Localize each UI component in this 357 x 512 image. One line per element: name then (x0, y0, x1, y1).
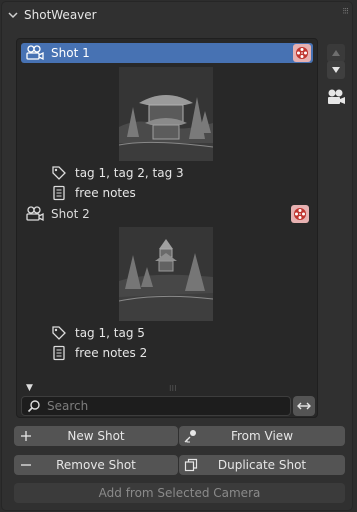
shotweaver-panel: ShotWeaver ⁝⁝⁝ Shot 1 tag 1, tag 2, tag … (1, 1, 353, 511)
add-from-camera-label: Add from Selected Camera (98, 486, 261, 500)
add-from-selected-camera-button: Add from Selected Camera (14, 483, 345, 503)
triangle-up-icon (332, 50, 340, 56)
search-icon (27, 400, 40, 413)
panel-title: ShotWeaver (24, 8, 97, 22)
render-button[interactable] (291, 205, 309, 223)
triangle-down-icon (332, 67, 340, 73)
shot-name: Shot 2 (51, 207, 90, 221)
film-reel-icon (294, 208, 306, 220)
shot-2-notes[interactable]: free notes 2 (51, 344, 147, 362)
duplicate-shot-button[interactable]: Duplicate Shot (179, 455, 345, 475)
camera-icon (26, 206, 44, 222)
search-input[interactable] (47, 399, 287, 413)
camera-from-view-icon (184, 430, 196, 443)
invert-filter-button[interactable] (293, 396, 315, 416)
swap-arrows-icon (297, 402, 311, 410)
from-view-button[interactable]: From View (179, 426, 345, 446)
remove-shot-button[interactable]: Remove Shot (14, 455, 178, 475)
shot-1-tags[interactable]: tag 1, tag 2, tag 3 (51, 164, 184, 182)
drag-handle-icon[interactable]: ⁝⁝⁝ (342, 7, 349, 17)
shot-1-notes[interactable]: free notes (51, 184, 136, 202)
camera-icon (26, 45, 44, 61)
tags-text: tag 1, tag 5 (75, 326, 145, 340)
list-item-shot-2[interactable]: Shot 2 (21, 204, 313, 224)
tags-text: tag 1, tag 2, tag 3 (75, 166, 184, 180)
new-shot-label: New Shot (67, 429, 125, 443)
move-up-button[interactable] (327, 44, 345, 62)
shot-1-thumbnail (119, 67, 213, 161)
new-shot-button[interactable]: New Shot (14, 426, 178, 446)
notes-text: free notes (75, 186, 136, 200)
minus-icon (21, 464, 31, 466)
camera-icon (328, 89, 345, 104)
render-button[interactable] (293, 44, 311, 62)
list-item-shot-1[interactable]: Shot 1 (21, 43, 313, 63)
panel-header[interactable]: ShotWeaver (6, 5, 346, 25)
resize-grip-icon[interactable]: ⁝⁝⁝ (169, 384, 177, 393)
move-down-button[interactable] (327, 61, 345, 79)
shot-2-thumbnail (119, 227, 213, 321)
plus-icon (21, 431, 31, 441)
chevron-down-icon (8, 12, 18, 19)
tag-icon (52, 326, 66, 340)
shot-2-tags[interactable]: tag 1, tag 5 (51, 324, 145, 342)
filter-toggle-icon[interactable]: ▼ (26, 383, 33, 393)
tag-icon (52, 166, 66, 180)
duplicate-icon (184, 458, 198, 472)
notes-icon (53, 185, 65, 201)
notes-icon (53, 345, 65, 361)
film-reel-icon (296, 47, 308, 59)
remove-shot-label: Remove Shot (56, 458, 136, 472)
duplicate-shot-label: Duplicate Shot (217, 458, 307, 472)
shot-name: Shot 1 (51, 46, 90, 60)
search-field[interactable] (21, 396, 291, 416)
from-view-label: From View (230, 429, 294, 443)
camera-settings-button[interactable] (325, 86, 347, 108)
shot-list: Shot 1 tag 1, tag 2, tag 3 free notes Sh… (16, 38, 318, 418)
notes-text: free notes 2 (75, 346, 148, 360)
